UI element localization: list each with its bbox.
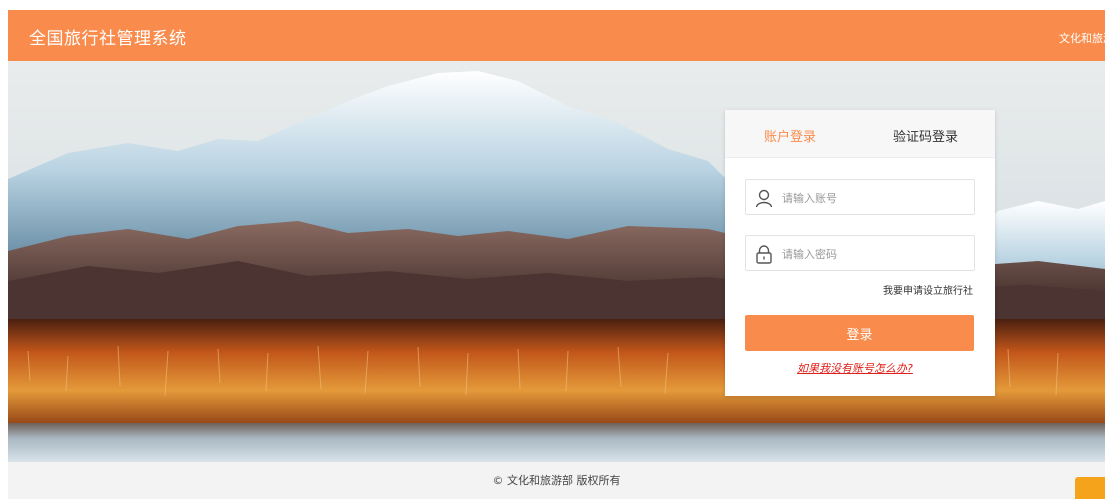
system-title: 全国旅行社管理系统 xyxy=(29,29,187,49)
username-input[interactable] xyxy=(780,187,964,209)
tab-account-login[interactable]: 账户登录 xyxy=(764,126,816,145)
password-input[interactable] xyxy=(780,243,964,265)
lock-icon xyxy=(754,244,774,264)
copyright-text: © 文化和旅游部 版权所有 xyxy=(492,474,621,487)
login-button[interactable]: 登录 xyxy=(745,315,974,351)
username-field[interactable] xyxy=(745,179,975,215)
no-account-help-link[interactable]: 如果我没有账号怎么办? xyxy=(797,360,913,376)
footer: © 文化和旅游部 版权所有 xyxy=(8,462,1105,499)
ministry-link[interactable]: 文化和旅游部 xyxy=(1059,30,1105,46)
top-header: 全国旅行社管理系统 文化和旅游部 xyxy=(8,10,1105,61)
password-field[interactable] xyxy=(745,235,975,271)
login-panel: 账户登录 验证码登录 我要申请设立旅行社 登录 如果我没有账号怎么办? xyxy=(725,110,995,396)
login-tabs: 账户登录 验证码登录 xyxy=(725,110,995,158)
apply-travel-agency-link[interactable]: 我要申请设立旅行社 xyxy=(883,282,973,297)
user-icon xyxy=(754,188,774,208)
floating-corner-button[interactable] xyxy=(1075,477,1105,499)
tab-code-login[interactable]: 验证码登录 xyxy=(893,126,958,145)
